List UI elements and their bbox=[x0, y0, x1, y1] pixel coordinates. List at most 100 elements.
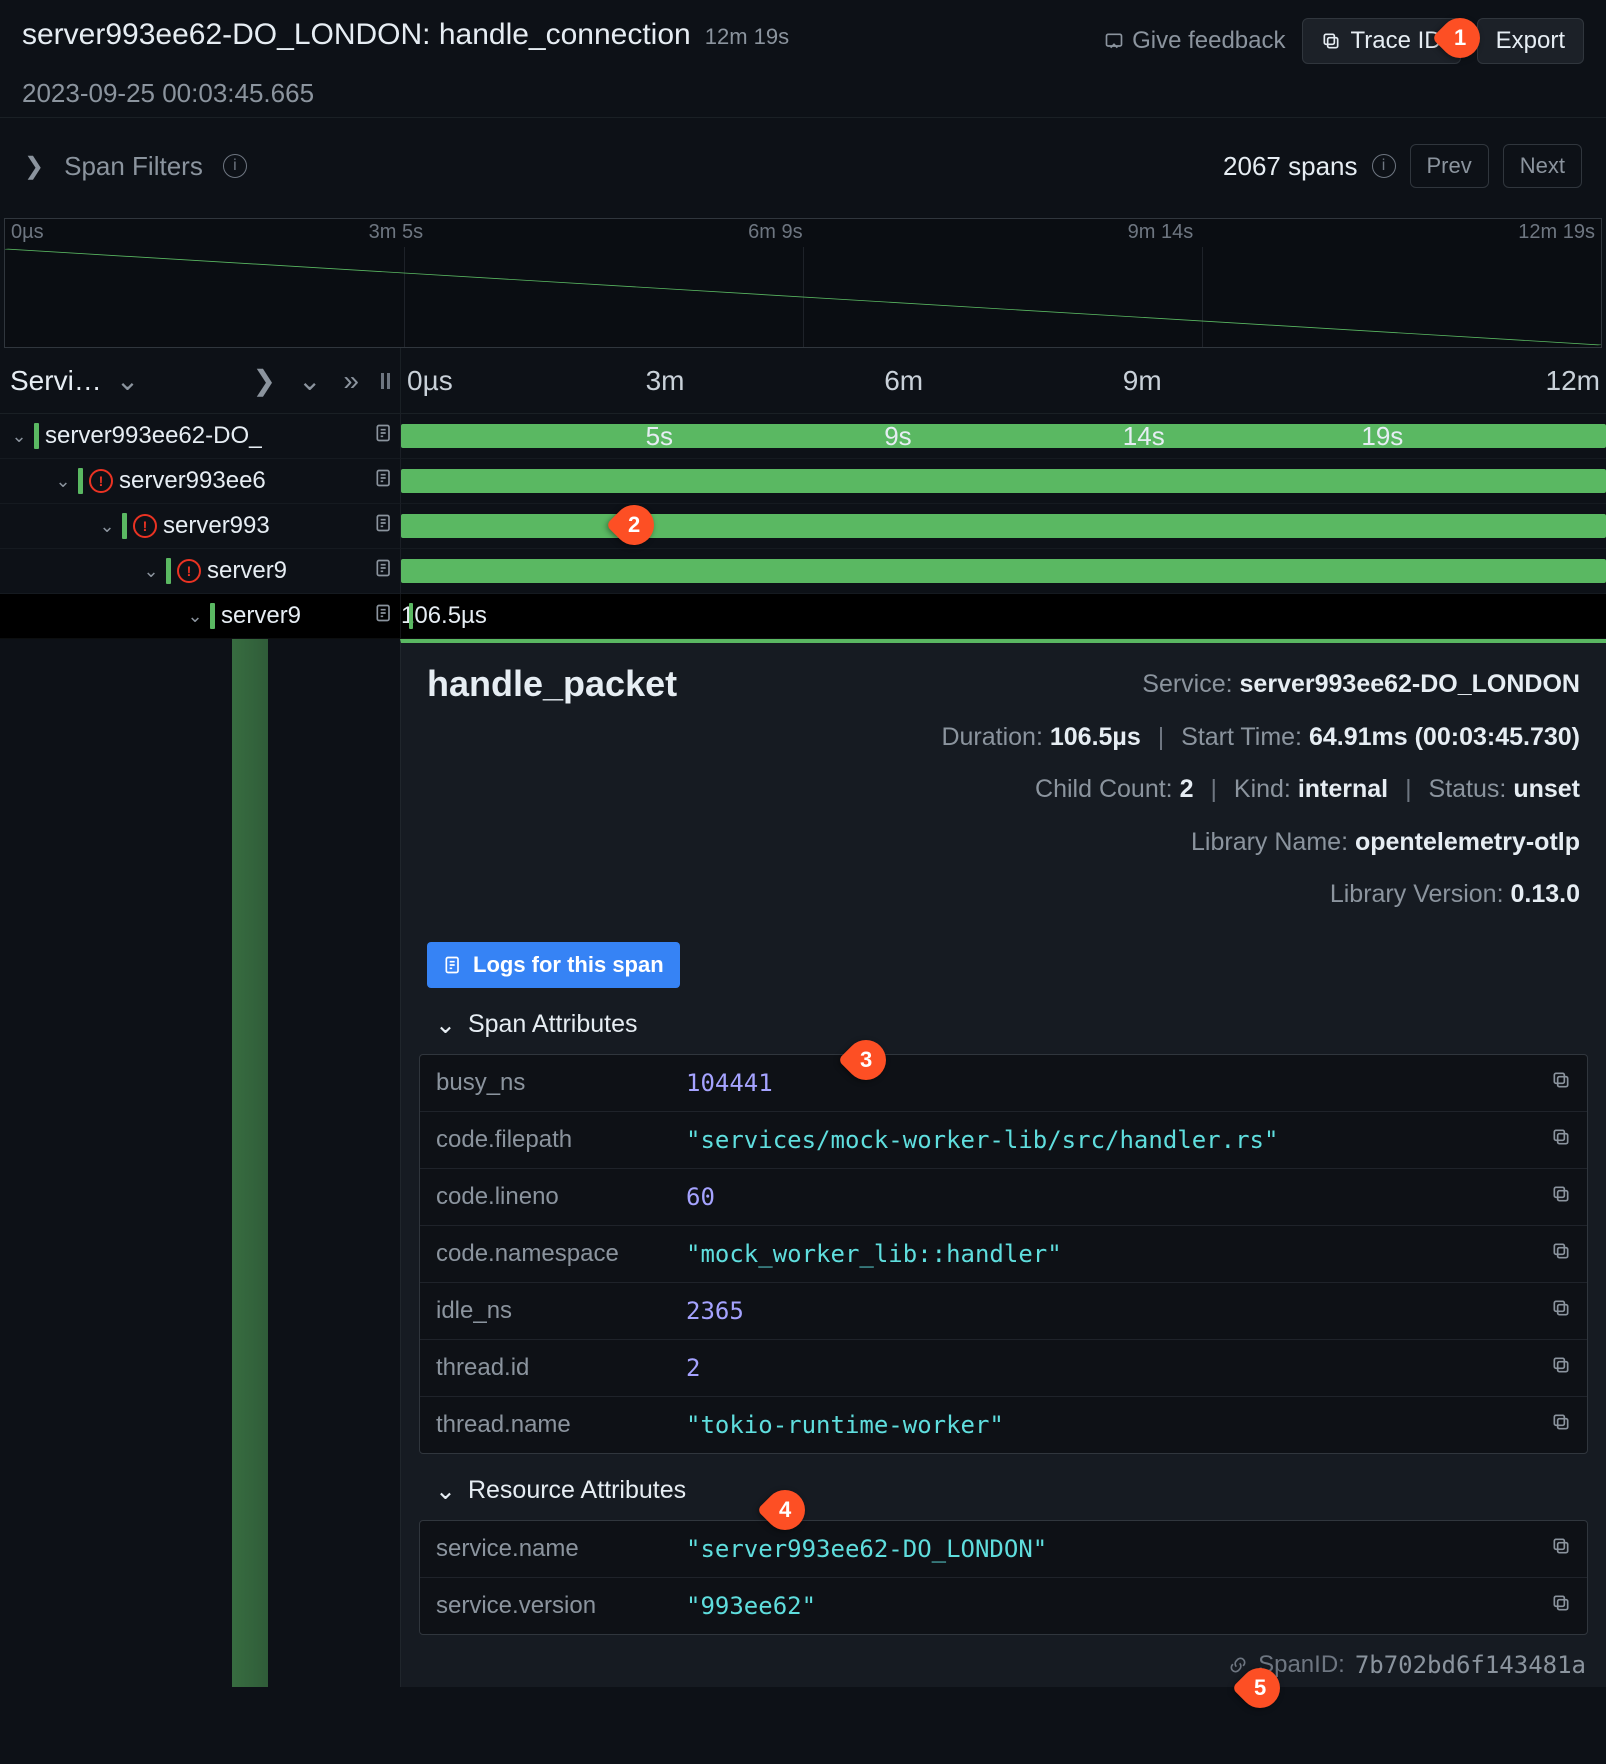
chevron-down-icon[interactable]: ⌄ bbox=[116, 364, 139, 397]
ruler-tick: 12m bbox=[1361, 365, 1600, 397]
filter-bar: ❯ Span Filters i 2067 spans i Prev Next bbox=[0, 117, 1606, 214]
span-tree-row[interactable]: ⌄!server993ee6 bbox=[0, 459, 400, 504]
attribute-value: 2365 bbox=[686, 1297, 1541, 1325]
log-icon[interactable] bbox=[374, 423, 394, 443]
span-tree-row[interactable]: ⌄server993ee62-DO_ bbox=[0, 414, 400, 459]
log-icon bbox=[443, 955, 463, 975]
info-icon[interactable]: i bbox=[223, 154, 247, 178]
detail-status: unset bbox=[1513, 775, 1580, 803]
detail-kind: internal bbox=[1298, 775, 1388, 803]
ruler-tick: 3m bbox=[646, 365, 885, 397]
attribute-row: service.name"server993ee62-DO_LONDON" bbox=[420, 1521, 1587, 1577]
tree-column-fill bbox=[0, 639, 400, 1687]
chevron-right-icon[interactable]: ❯ bbox=[252, 364, 275, 397]
span-bar bbox=[409, 603, 413, 629]
attribute-key: thread.id bbox=[436, 1354, 686, 1382]
span-count: 2067 spans bbox=[1223, 151, 1357, 182]
copy-icon[interactable] bbox=[1541, 1535, 1571, 1563]
resource-attributes-header[interactable]: ⌄ Resource Attributes bbox=[401, 1454, 1606, 1520]
chevron-down-icon[interactable]: ⌄ bbox=[186, 606, 204, 627]
log-icon[interactable] bbox=[374, 513, 394, 533]
span-name: server9 bbox=[207, 557, 287, 585]
attribute-key: busy_ns bbox=[436, 1069, 686, 1097]
trace-minimap[interactable]: 0µs3m 5s6m 9s9m 14s12m 19s bbox=[4, 218, 1602, 348]
span-tree-row[interactable]: ⌄!server9 bbox=[0, 549, 400, 594]
copy-icon[interactable] bbox=[1541, 1069, 1571, 1097]
chevron-down-icon[interactable]: ⌄ bbox=[98, 516, 116, 537]
span-bar-cell[interactable] bbox=[400, 459, 1606, 504]
ruler-tick: 9m bbox=[1123, 365, 1362, 397]
attribute-key: service.name bbox=[436, 1535, 686, 1563]
span-name: server993 bbox=[163, 512, 270, 540]
trace-duration: 12m 19s bbox=[705, 24, 789, 50]
span-bar-cell[interactable]: 106.5µs bbox=[400, 594, 1606, 639]
attribute-row: code.namespace"mock_worker_lib::handler" bbox=[420, 1225, 1587, 1282]
log-icon[interactable] bbox=[374, 468, 394, 488]
log-icon[interactable] bbox=[374, 558, 394, 578]
copy-icon[interactable] bbox=[1541, 1411, 1571, 1439]
give-feedback-link[interactable]: Give feedback bbox=[1104, 27, 1285, 55]
chevron-down-icon[interactable]: ⌄ bbox=[142, 561, 160, 582]
span-tree-row[interactable]: ⌄server9 bbox=[0, 594, 400, 639]
span-bar bbox=[401, 514, 1606, 538]
span-color-mark bbox=[78, 468, 83, 494]
trace-id-button[interactable]: Trace ID bbox=[1302, 18, 1461, 64]
info-icon[interactable]: i bbox=[1372, 154, 1396, 178]
detail-lib-name: opentelemetry-otlp bbox=[1355, 828, 1580, 856]
chevron-down-icon[interactable]: ⌄ bbox=[54, 471, 72, 492]
minimap-ticks: 0µs3m 5s6m 9s9m 14s12m 19s bbox=[11, 221, 1595, 244]
detail-lib-version: 0.13.0 bbox=[1510, 880, 1580, 908]
attribute-row: thread.id2 bbox=[420, 1339, 1587, 1396]
span-bar-cell[interactable]: 5s9s14s19s bbox=[400, 414, 1606, 459]
attribute-value: 104441 bbox=[686, 1069, 1541, 1097]
attribute-value: "993ee62" bbox=[686, 1592, 1541, 1620]
feedback-icon bbox=[1104, 31, 1124, 51]
chevron-down-icon: ⌄ bbox=[435, 1010, 456, 1040]
copy-icon[interactable] bbox=[1541, 1183, 1571, 1211]
error-icon: ! bbox=[89, 469, 113, 493]
link-icon[interactable] bbox=[1228, 1655, 1248, 1675]
log-icon[interactable] bbox=[374, 603, 394, 623]
attribute-value: 60 bbox=[686, 1183, 1541, 1211]
export-button[interactable]: Export bbox=[1477, 18, 1584, 64]
tree-header: Servi… ⌄ ❯ ⌄ » bbox=[0, 348, 400, 414]
next-button[interactable]: Next bbox=[1503, 144, 1582, 188]
span-tree-row[interactable]: ⌄!server993 bbox=[0, 504, 400, 549]
double-chevron-right-icon[interactable]: » bbox=[343, 365, 359, 397]
copy-icon[interactable] bbox=[1541, 1297, 1571, 1325]
attribute-row: service.version"993ee62" bbox=[420, 1577, 1587, 1634]
trace-title: server993ee62-DO_LONDON: handle_connecti… bbox=[22, 18, 691, 52]
attribute-key: service.version bbox=[436, 1592, 686, 1620]
span-bar-cell[interactable] bbox=[400, 504, 1606, 549]
attribute-key: idle_ns bbox=[436, 1297, 686, 1325]
trace-header: server993ee62-DO_LONDON: handle_connecti… bbox=[0, 0, 1606, 74]
minimap-tick: 3m 5s bbox=[369, 221, 423, 244]
attribute-value: "tokio-runtime-worker" bbox=[686, 1411, 1541, 1439]
attribute-key: code.filepath bbox=[436, 1126, 686, 1154]
attribute-row: thread.name"tokio-runtime-worker" bbox=[420, 1396, 1587, 1453]
copy-icon[interactable] bbox=[1541, 1240, 1571, 1268]
pause-icon[interactable] bbox=[381, 373, 390, 389]
span-filters-label[interactable]: Span Filters bbox=[64, 151, 203, 182]
double-chevron-down-icon[interactable]: ⌄ bbox=[298, 364, 321, 397]
error-icon: ! bbox=[133, 514, 157, 538]
attribute-key: code.lineno bbox=[436, 1183, 686, 1211]
prev-button[interactable]: Prev bbox=[1410, 144, 1489, 188]
attribute-value: "services/mock-worker-lib/src/handler.rs… bbox=[686, 1126, 1541, 1154]
detail-duration: 106.5µs bbox=[1050, 723, 1141, 751]
attribute-value: "server993ee62-DO_LONDON" bbox=[686, 1535, 1541, 1563]
span-bar-cell[interactable] bbox=[400, 549, 1606, 594]
span-attributes-table: busy_ns104441 code.filepath"services/mock… bbox=[419, 1054, 1588, 1454]
copy-icon[interactable] bbox=[1541, 1592, 1571, 1620]
chevron-right-icon[interactable]: ❯ bbox=[24, 152, 44, 181]
chevron-down-icon[interactable]: ⌄ bbox=[10, 426, 28, 447]
span-bar bbox=[401, 424, 1606, 448]
span-attributes-header[interactable]: ⌄ Span Attributes bbox=[401, 988, 1606, 1054]
detail-start-time: 64.91ms (00:03:45.730) bbox=[1309, 723, 1580, 751]
copy-icon[interactable] bbox=[1541, 1126, 1571, 1154]
logs-for-span-button[interactable]: Logs for this span bbox=[427, 942, 680, 988]
span-bar bbox=[401, 559, 1606, 583]
copy-icon[interactable] bbox=[1541, 1354, 1571, 1382]
span-duration-label: 106.5µs bbox=[401, 602, 487, 630]
minimap-tick: 0µs bbox=[11, 221, 44, 244]
